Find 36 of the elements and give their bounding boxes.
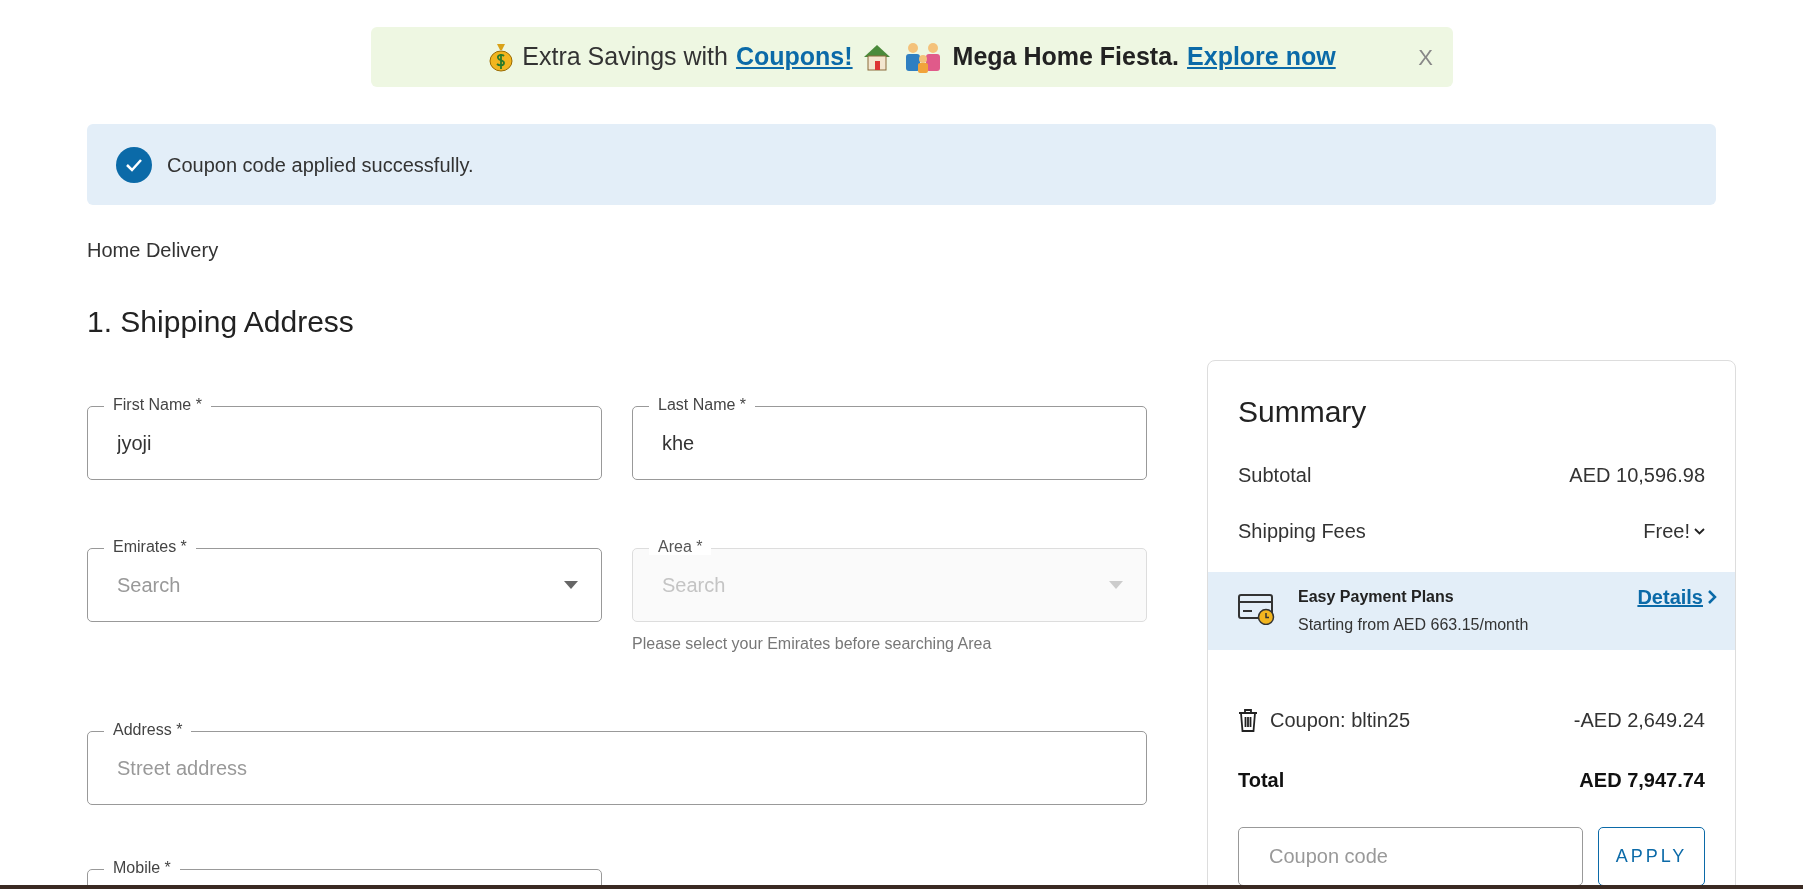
- chevron-down-icon: [1694, 527, 1705, 535]
- check-circle-icon: [116, 146, 152, 183]
- helper-text: Please select your Emirates before searching Area: [632, 634, 993, 654]
- delivery-method: Home Delivery: [87, 238, 220, 263]
- card-clock-icon: [1238, 593, 1276, 625]
- alert-message: Coupon code applied successfully.: [167, 152, 474, 178]
- coupon-discount: -AED 2,649.24: [1573, 708, 1705, 733]
- total-value: AED 7,947.74: [1579, 768, 1705, 793]
- payment-plan-subtitle: Starting from AED 663.15/month: [1298, 615, 1529, 635]
- chevron-right-icon: [1707, 589, 1717, 605]
- field-label: Address *: [104, 722, 192, 738]
- coupon-label: Coupon: bltin25: [1270, 708, 1411, 733]
- field-label: Emirates *: [104, 539, 196, 555]
- summary-label: Shipping Fees: [1238, 519, 1366, 544]
- promo-text: Mega Home Fiesta.: [952, 41, 1180, 73]
- money-bag-icon: [488, 42, 515, 72]
- dropdown-caret-icon: [564, 581, 578, 589]
- summary-label: Subtotal: [1238, 463, 1312, 488]
- field-label: Area *: [649, 539, 712, 555]
- section-title: 1. Shipping Address: [87, 304, 355, 340]
- shipping-fees-toggle[interactable]: Free!: [1643, 516, 1705, 546]
- field-label: Mobile *: [104, 860, 180, 876]
- summary-value: AED 10,596.98: [1569, 463, 1705, 488]
- explore-link[interactable]: Explore now: [1187, 38, 1336, 76]
- dropdown-caret-icon: [1109, 581, 1123, 589]
- total-label: Total: [1238, 768, 1285, 793]
- payment-plan-title: Easy Payment Plans: [1298, 587, 1455, 607]
- trash-icon[interactable]: [1238, 708, 1258, 732]
- close-button[interactable]: X: [1418, 41, 1433, 74]
- promo-text: Extra Savings with: [522, 41, 728, 73]
- coupon-code-field[interactable]: Coupon code: [1238, 827, 1583, 886]
- summary-title: Summary: [1237, 394, 1368, 430]
- coupons-link[interactable]: Coupons!: [735, 38, 853, 76]
- field-label: First Name *: [104, 397, 211, 413]
- field-label: Last Name *: [649, 397, 756, 413]
- details-link[interactable]: Details: [1637, 582, 1717, 612]
